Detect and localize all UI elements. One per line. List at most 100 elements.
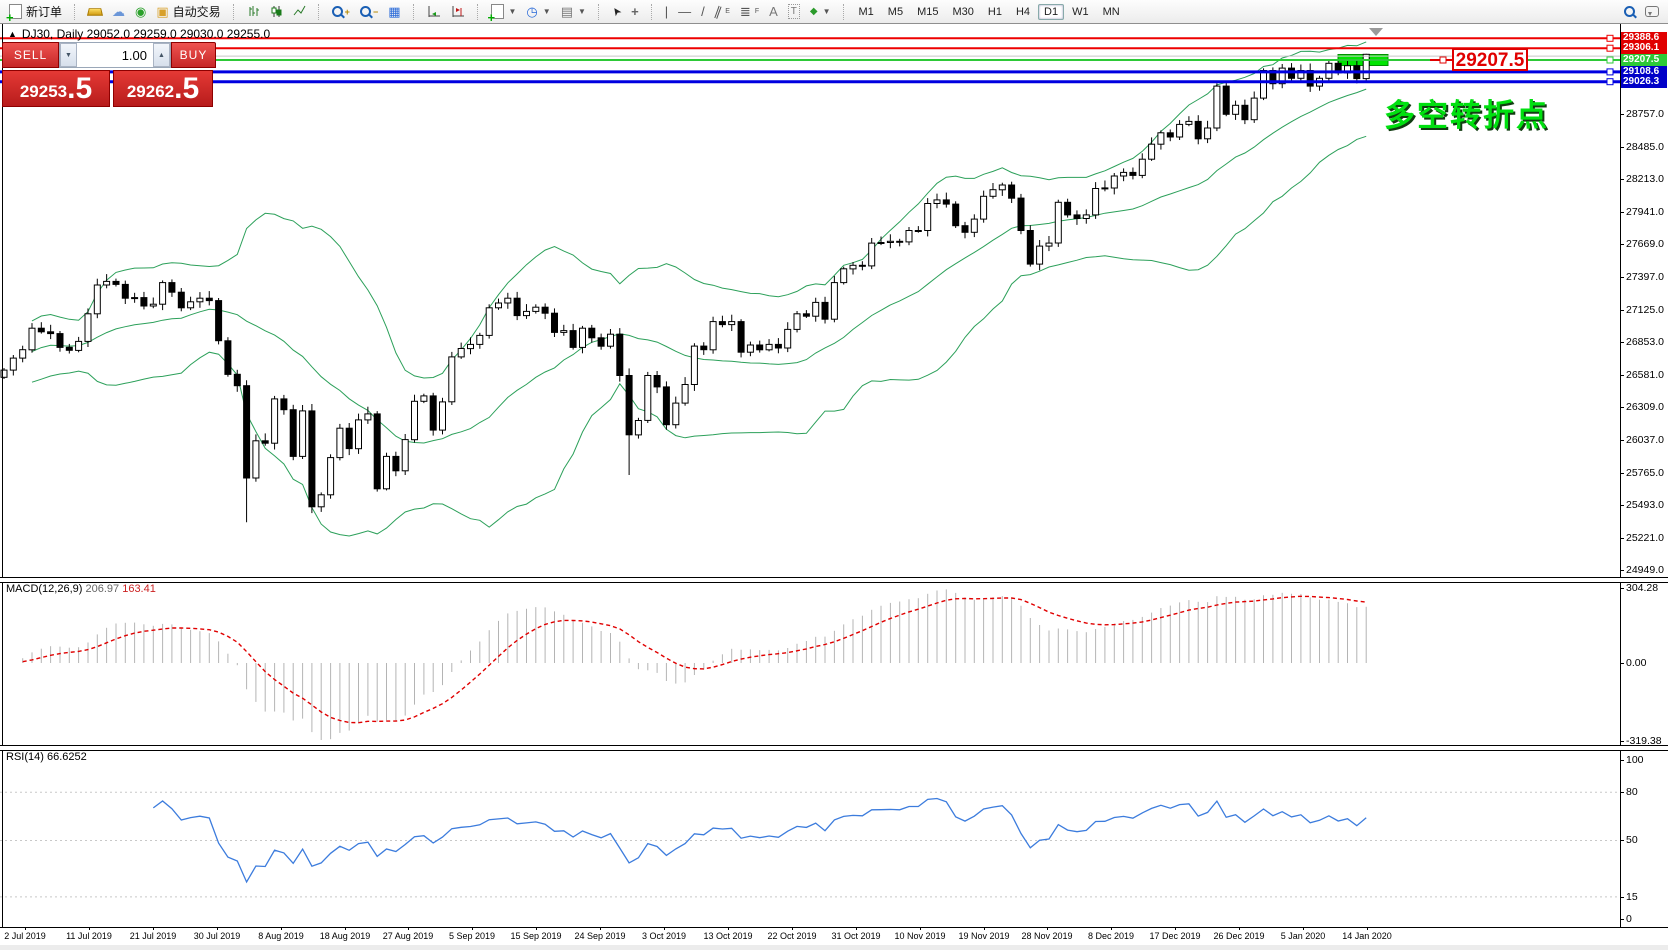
date-axis-tick: [1303, 927, 1304, 930]
date-axis-label: 14 Jan 2020: [1342, 931, 1392, 941]
text-tool-button[interactable]: A: [764, 3, 783, 21]
crosshair-tool-button[interactable]: +: [626, 3, 644, 21]
timeframe-d1[interactable]: D1: [1038, 4, 1064, 20]
date-axis-label: 5 Sep 2019: [449, 931, 495, 941]
mt4-window: 新订单 ☁ ◉ ▣ 自动交易 + − ▦: [0, 0, 1668, 950]
volume-up-button[interactable]: ▲: [153, 43, 170, 67]
price-axis-label: 27125.0: [1626, 304, 1664, 316]
macd-main-value: 206.97: [85, 583, 119, 595]
bar-chart-button[interactable]: [242, 3, 265, 21]
collapse-triangle-icon[interactable]: ▲: [8, 29, 17, 39]
autotrade-label: 自动交易: [173, 3, 221, 20]
chat-button[interactable]: [1640, 3, 1664, 21]
bid-price-display[interactable]: 29253 .5: [2, 70, 110, 107]
trendline-tool-button[interactable]: /: [696, 3, 710, 21]
signals-button[interactable]: ◉: [130, 3, 151, 21]
price-axis-label: 27941.0: [1626, 206, 1664, 218]
timeframe-h4[interactable]: H4: [1010, 4, 1036, 20]
ask-price-display[interactable]: 29262 .5: [113, 70, 213, 107]
volume-input[interactable]: [77, 43, 153, 67]
date-axis-label: 17 Dec 2019: [1149, 931, 1200, 941]
timeframe-m5[interactable]: M5: [882, 4, 909, 20]
channel-tool-button[interactable]: ∥E: [710, 3, 735, 21]
cursor-tool-button[interactable]: ➤: [607, 3, 626, 21]
candle-chart-button[interactable]: [265, 3, 288, 21]
zoom-in-button[interactable]: +: [327, 3, 355, 21]
price-axis-tick: [1620, 375, 1624, 376]
publish-button[interactable]: ☁: [107, 3, 130, 21]
rsi-axis-tick: [1620, 919, 1624, 920]
rsi-axis-tick: [1620, 760, 1624, 761]
autotrade-button[interactable]: ▣ 自动交易: [151, 3, 225, 21]
indicator-window-down-button[interactable]: [446, 3, 470, 21]
price-axis-label: 28213.0: [1626, 173, 1664, 185]
rsi-panel-separator[interactable]: [0, 745, 1668, 751]
date-axis-label: 10 Nov 2019: [894, 931, 945, 941]
new-order-label: 新订单: [26, 3, 62, 20]
timeframe-m30[interactable]: M30: [946, 4, 979, 20]
price-line-badge: 29207.5: [1621, 54, 1667, 66]
vline-tool-button[interactable]: |: [660, 3, 673, 21]
search-button[interactable]: [1619, 3, 1640, 21]
date-axis-tick: [536, 927, 537, 930]
search-icon: [1624, 6, 1635, 17]
macd-axis-label: -319.38: [1626, 735, 1662, 747]
date-axis-label: 19 Nov 2019: [958, 931, 1009, 941]
buy-button[interactable]: BUY: [171, 42, 216, 68]
status-strip: [0, 945, 1668, 950]
timeframe-mn[interactable]: MN: [1097, 4, 1126, 20]
fibonacci-tool-button[interactable]: ≣F: [735, 3, 764, 21]
template-button[interactable]: ▤▼: [556, 3, 591, 21]
date-axis-tick: [600, 927, 601, 930]
add-indicator-button[interactable]: ▼: [486, 3, 522, 21]
rsi-axis-tick: [1620, 897, 1624, 898]
tile-windows-button[interactable]: ▦: [383, 3, 405, 21]
fibonacci-icon: ≣: [740, 5, 751, 18]
date-axis-label: 30 Jul 2019: [194, 931, 241, 941]
macd-axis-label: 0.00: [1626, 657, 1646, 669]
turning-point-annotation[interactable]: 多空转折点: [1384, 90, 1549, 135]
zoom-out-button[interactable]: −: [355, 3, 383, 21]
line-chart-button[interactable]: [288, 3, 311, 21]
chart-shift-marker-icon: [1369, 28, 1383, 36]
date-axis-tick: [281, 927, 282, 930]
zoom-out-icon: [360, 6, 371, 17]
period-button[interactable]: ◷▼: [521, 3, 555, 21]
timeframe-h1[interactable]: H1: [982, 4, 1008, 20]
timeframe-w1[interactable]: W1: [1066, 4, 1095, 20]
indicator-window-up-button[interactable]: [422, 3, 446, 21]
new-order-button[interactable]: 新订单: [4, 3, 67, 21]
date-axis-label: 28 Nov 2019: [1021, 931, 1072, 941]
zoom-in-icon: [332, 6, 343, 17]
market-watch-button[interactable]: [83, 3, 107, 21]
price-axis-label: 26309.0: [1626, 401, 1664, 413]
timeframe-m1[interactable]: M1: [853, 4, 880, 20]
macd-panel-separator[interactable]: [0, 577, 1668, 583]
price-axis-label: 25493.0: [1626, 499, 1664, 511]
price-axis-label: 28485.0: [1626, 141, 1664, 153]
ask-frac: .5: [174, 75, 199, 103]
timeframe-m15[interactable]: M15: [911, 4, 944, 20]
date-axis-tick: [856, 927, 857, 930]
cursor-icon: ➤: [609, 4, 625, 19]
price-axis-tick: [1620, 570, 1624, 571]
price-line-badge: 29026.3: [1621, 76, 1667, 88]
rsi-axis-tick: [1620, 840, 1624, 841]
toolbar-separator: [843, 4, 845, 20]
arrows-tool-button[interactable]: ◆▼: [805, 3, 836, 21]
volume-down-button[interactable]: ▼: [60, 43, 77, 67]
toolbar-separator: [413, 4, 415, 20]
sell-button[interactable]: SELL: [2, 42, 59, 68]
date-axis-label: 27 Aug 2019: [383, 931, 434, 941]
timeframe-group: M1M5M15M30H1H4D1W1MN: [848, 0, 1131, 23]
date-axis-tick: [89, 927, 90, 930]
price-axis-label: 25221.0: [1626, 532, 1664, 544]
price-axis-tick: [1620, 473, 1624, 474]
hline-tool-button[interactable]: —: [673, 3, 696, 21]
price-axis-tick: [1620, 310, 1624, 311]
chart-plot[interactable]: [0, 23, 1668, 950]
label-tool-button[interactable]: T: [783, 3, 805, 21]
price-axis-tick: [1620, 277, 1624, 278]
price-callout-label[interactable]: 29207.5: [1452, 48, 1528, 71]
date-axis-label: 3 Oct 2019: [642, 931, 686, 941]
